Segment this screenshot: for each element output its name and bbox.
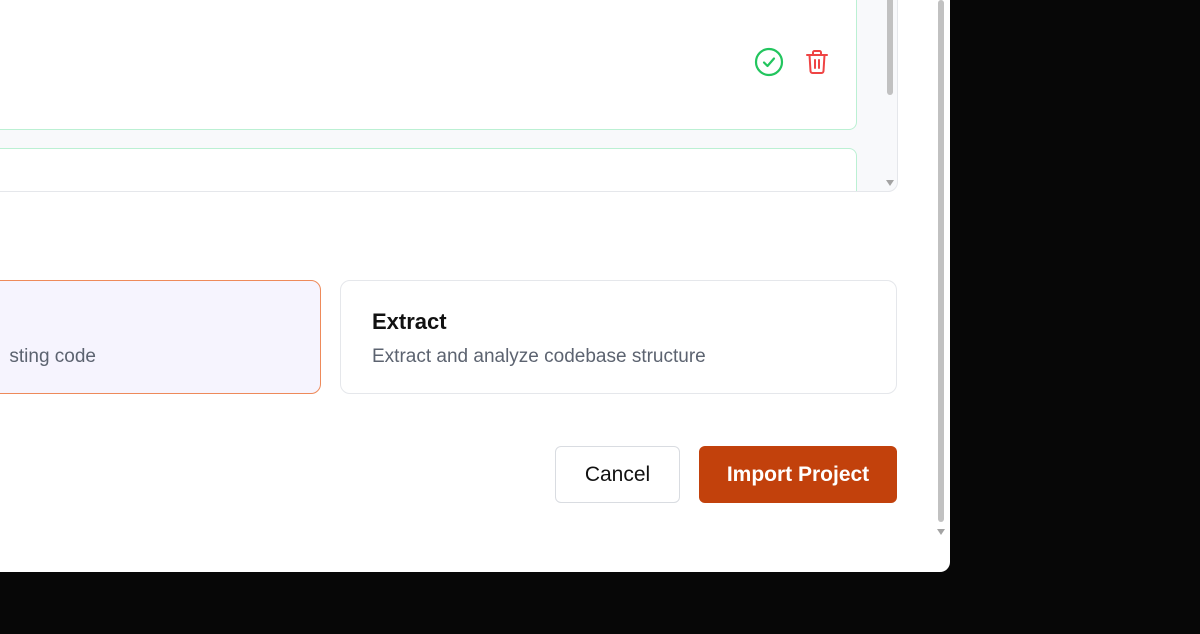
mode-option-extract[interactable]: Extract Extract and analyze codebase str…	[340, 280, 897, 394]
mode-option-title: Extract	[372, 309, 447, 334]
scroll-down-arrow-icon[interactable]	[937, 529, 945, 535]
import-project-button[interactable]: Import Project	[699, 446, 897, 503]
file-list-item	[0, 148, 857, 191]
mode-option-description: Extract and analyze codebase structure	[372, 346, 706, 367]
file-item-actions	[754, 47, 832, 77]
trash-icon[interactable]	[802, 47, 832, 77]
dialog-scrollbar[interactable]	[935, 0, 947, 540]
scroll-down-arrow-icon[interactable]	[886, 180, 894, 186]
mode-option-selected[interactable]: sting code	[0, 280, 321, 394]
cancel-button[interactable]: Cancel	[555, 446, 680, 503]
dialog-scrollbar-thumb[interactable]	[938, 0, 944, 522]
mode-option-description: sting code	[9, 346, 96, 367]
file-list-item	[0, 0, 857, 130]
file-list-scrollbar[interactable]	[883, 0, 897, 191]
check-circle-icon[interactable]	[754, 47, 784, 77]
file-list-scrollbar-thumb[interactable]	[887, 0, 893, 95]
import-project-dialog: sting code Extract Extract and analyze c…	[0, 0, 950, 572]
file-list-panel	[0, 0, 898, 192]
